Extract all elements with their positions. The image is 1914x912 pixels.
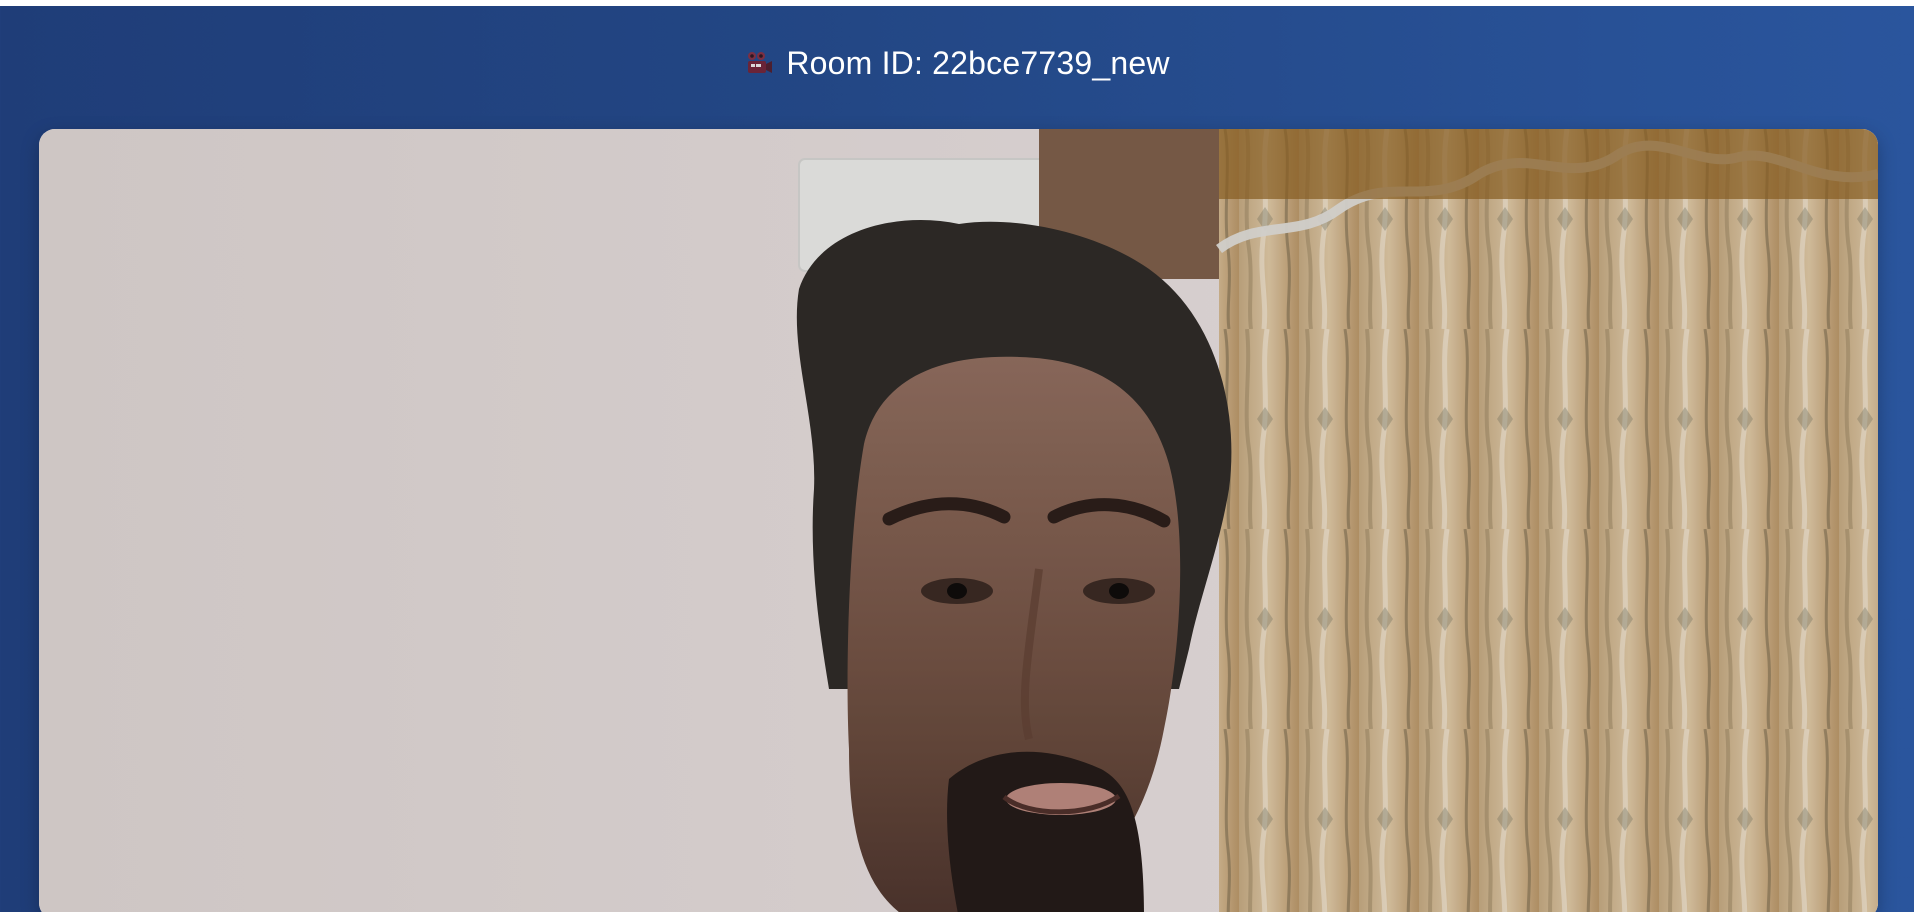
room-header: Room ID: 22bce7739_new [0, 6, 1914, 130]
video-tile [39, 129, 1878, 912]
video-frame [39, 129, 1878, 912]
video-camera-icon [744, 48, 774, 78]
room-title-group: Room ID: 22bce7739_new [744, 45, 1169, 82]
page-title: Room ID: 22bce7739_new [786, 44, 1170, 81]
